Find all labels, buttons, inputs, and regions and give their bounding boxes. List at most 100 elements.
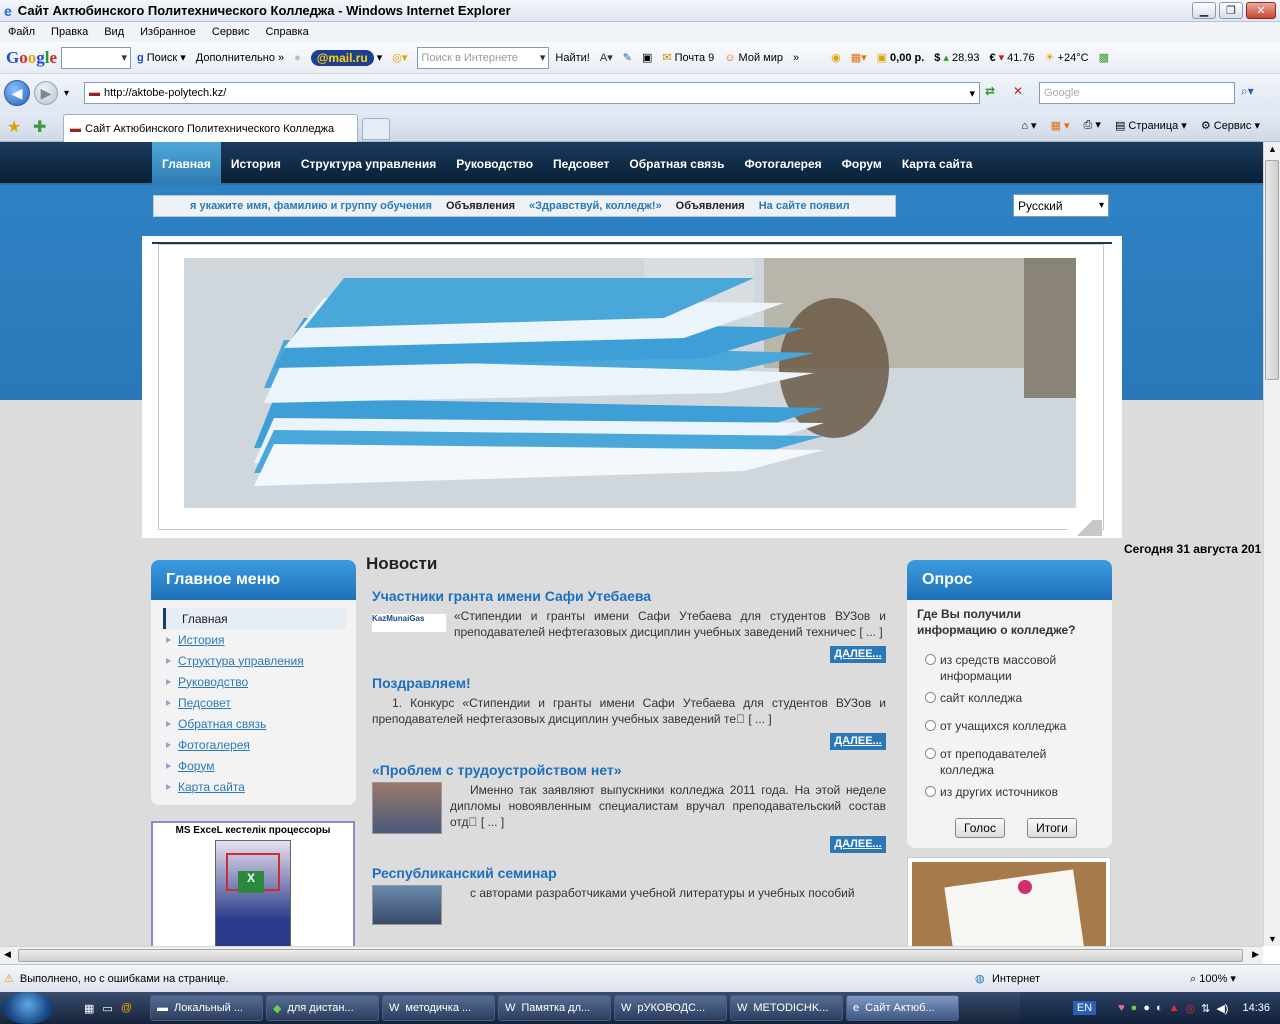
radio-button[interactable] — [925, 654, 936, 665]
nav-management[interactable]: Руководство — [446, 142, 543, 185]
read-more-button[interactable]: ДАЛЕЕ... — [830, 646, 886, 663]
google-search-button[interactable]: g Поиск ▾ — [137, 51, 186, 65]
new-tab-button[interactable] — [362, 118, 390, 140]
scroll-right-icon[interactable]: ▶ — [1252, 949, 1259, 960]
tray-icon[interactable]: ♥ — [1118, 1002, 1125, 1014]
history-dropdown-icon[interactable]: ▾ — [64, 88, 69, 99]
language-indicator[interactable]: EN — [1072, 1001, 1097, 1015]
zoom-control[interactable]: ⌕ 100% ▾ — [1190, 972, 1236, 986]
chevron-down-icon[interactable]: ▾ — [969, 87, 975, 100]
taskbar-button[interactable]: Wметодичка ... — [381, 995, 495, 1021]
clock[interactable]: 14:36 — [1242, 1002, 1270, 1014]
radio-button[interactable] — [925, 786, 936, 797]
overflow-chevron-icon[interactable]: » — [793, 52, 799, 64]
nav-home[interactable]: Главная — [152, 142, 221, 185]
taskbar-button[interactable]: W METODICHK... — [729, 995, 843, 1021]
horizontal-scrollbar[interactable]: ◀ ▶ — [0, 946, 1263, 964]
tray-icon[interactable]: ◎ — [1186, 1002, 1196, 1015]
back-button[interactable]: ◀ — [4, 80, 30, 106]
forward-button[interactable]: ▶ — [34, 81, 58, 105]
scroll-up-icon[interactable]: ▲ — [1268, 144, 1277, 154]
scroll-thumb[interactable] — [1265, 160, 1279, 380]
mailru-agent-icon[interactable]: @ — [121, 1002, 132, 1014]
menu-view[interactable]: Вид — [104, 26, 124, 38]
taskbar-button[interactable]: ▬ Локальный ... — [149, 995, 263, 1021]
page-menu[interactable]: ▤ Страница ▾ — [1115, 119, 1187, 132]
taskbar-button[interactable]: e Сайт Актюб... — [845, 995, 959, 1021]
menu-item-sitemap[interactable]: Карта сайта — [163, 776, 346, 797]
menu-item-structure[interactable]: Структура управления — [163, 650, 346, 671]
menu-item-management[interactable]: Руководство — [163, 671, 346, 692]
maximize-button[interactable]: ❐ — [1219, 2, 1243, 19]
poll-option[interactable]: из других источников — [907, 778, 1112, 806]
menu-tools[interactable]: Сервис — [212, 26, 250, 38]
start-button[interactable] — [2, 992, 54, 1024]
menu-edit[interactable]: Правка — [51, 26, 88, 38]
image-icon[interactable]: ▩ — [1099, 51, 1109, 64]
print-icon[interactable]: ⎙ ▾ — [1084, 118, 1101, 132]
language-select[interactable]: Русский ▾ — [1013, 194, 1109, 217]
ticker-link[interactable]: я укажите имя, фамилию и группу обучения — [190, 200, 432, 212]
tray-icon[interactable]: ● — [1143, 1002, 1150, 1014]
nav-feedback[interactable]: Обратная связь — [619, 142, 734, 185]
stop-icon[interactable]: ✕ — [1013, 84, 1023, 98]
minimize-button[interactable]: ▁ — [1192, 2, 1216, 19]
taskbar-button[interactable]: WрУКОВОДС... — [613, 995, 727, 1021]
nav-history[interactable]: История — [221, 142, 291, 185]
close-button[interactable]: ✕ — [1246, 2, 1276, 19]
add-favorite-icon[interactable]: ✚ — [33, 117, 46, 137]
warning-icon[interactable]: ⚠ — [4, 972, 14, 985]
nav-gallery[interactable]: Фотогалерея — [735, 142, 832, 185]
tray-icon[interactable]: ◐ — [1156, 1002, 1163, 1014]
excel-book-banner[interactable]: MS ExceL кестелiк процессоры X — [151, 821, 355, 946]
radio-button[interactable] — [925, 692, 936, 703]
read-more-button[interactable]: ДАЛЕЕ... — [830, 733, 886, 750]
search-engine-icon[interactable]: ◎▾ — [392, 51, 407, 64]
scroll-thumb[interactable] — [18, 949, 1243, 962]
tray-icon[interactable]: ▲ — [1169, 1002, 1180, 1014]
results-button[interactable]: Итоги — [1027, 818, 1077, 838]
tab-active[interactable]: ▬ Сайт Актюбинского Политехнического Кол… — [63, 114, 358, 142]
menu-file[interactable]: Файл — [8, 26, 35, 38]
poll-option[interactable]: из средств массовой информации — [907, 646, 1112, 684]
home-icon[interactable]: ⌂ ▾ — [1021, 119, 1036, 132]
vote-button[interactable]: Голос — [955, 818, 1005, 838]
google-search-input[interactable]: Google — [1039, 82, 1235, 104]
menu-item-feedback[interactable]: Обратная связь — [163, 713, 346, 734]
search-icon[interactable]: ⌕▾ — [1241, 84, 1254, 99]
vertical-scrollbar[interactable]: ▲ ▼ — [1263, 142, 1280, 946]
ticker-link[interactable]: «Здравствуй, колледж!» — [529, 200, 662, 212]
menu-favorites[interactable]: Избранное — [140, 26, 196, 38]
announcement-board-banner[interactable] — [907, 857, 1111, 946]
internet-search-input[interactable]: Поиск в Интернете ▾ — [417, 46, 550, 69]
mailru-logo[interactable]: @mail.ru ▾ — [310, 49, 382, 66]
balance-button[interactable]: ▣ 0,00 р. — [877, 51, 925, 65]
radio-button[interactable] — [925, 720, 936, 731]
menu-item-history[interactable]: История — [163, 629, 346, 650]
usd-rate[interactable]: $ ▴ 28.93 — [934, 51, 979, 65]
tools-menu[interactable]: ⚙ Сервис ▾ — [1201, 119, 1260, 132]
menu-item-home[interactable]: Главная — [163, 608, 346, 629]
menu-item-pedsovet[interactable]: Педсовет — [163, 692, 346, 713]
ticker-link[interactable]: На сайте появил — [759, 200, 850, 212]
scroll-down-icon[interactable]: ▼ — [1268, 934, 1277, 944]
menu-item-gallery[interactable]: Фотогалерея — [163, 734, 346, 755]
more-button[interactable]: Дополнительно » — [196, 52, 284, 64]
scroll-left-icon[interactable]: ◀ — [4, 949, 11, 960]
news-item-title[interactable]: Республиканский семинар — [372, 865, 886, 881]
radio-button[interactable] — [925, 748, 936, 759]
taskbar-button[interactable]: ◆ для дистан... — [265, 995, 379, 1021]
tray-icon[interactable]: ⇅ — [1201, 1002, 1210, 1015]
eur-rate[interactable]: € ▾ 41.76 — [989, 51, 1034, 65]
read-more-button[interactable]: ДАЛЕЕ... — [830, 836, 886, 853]
mail-button[interactable]: ✉ Почта 9 — [662, 51, 714, 65]
menu-help[interactable]: Справка — [266, 26, 309, 38]
nav-sitemap[interactable]: Карта сайта — [892, 142, 983, 185]
settings-icon[interactable]: ◉ — [831, 51, 841, 64]
poll-option[interactable]: от учащихся колледжа — [907, 712, 1112, 740]
refresh-icon[interactable]: ⇄ — [985, 84, 995, 98]
poll-option[interactable]: от преподавателей колледжа — [907, 740, 1112, 778]
rss-icon[interactable]: ▦▾ — [851, 51, 867, 64]
nav-forum[interactable]: Форум — [832, 142, 892, 185]
page-icon[interactable]: ▣ — [642, 51, 652, 64]
